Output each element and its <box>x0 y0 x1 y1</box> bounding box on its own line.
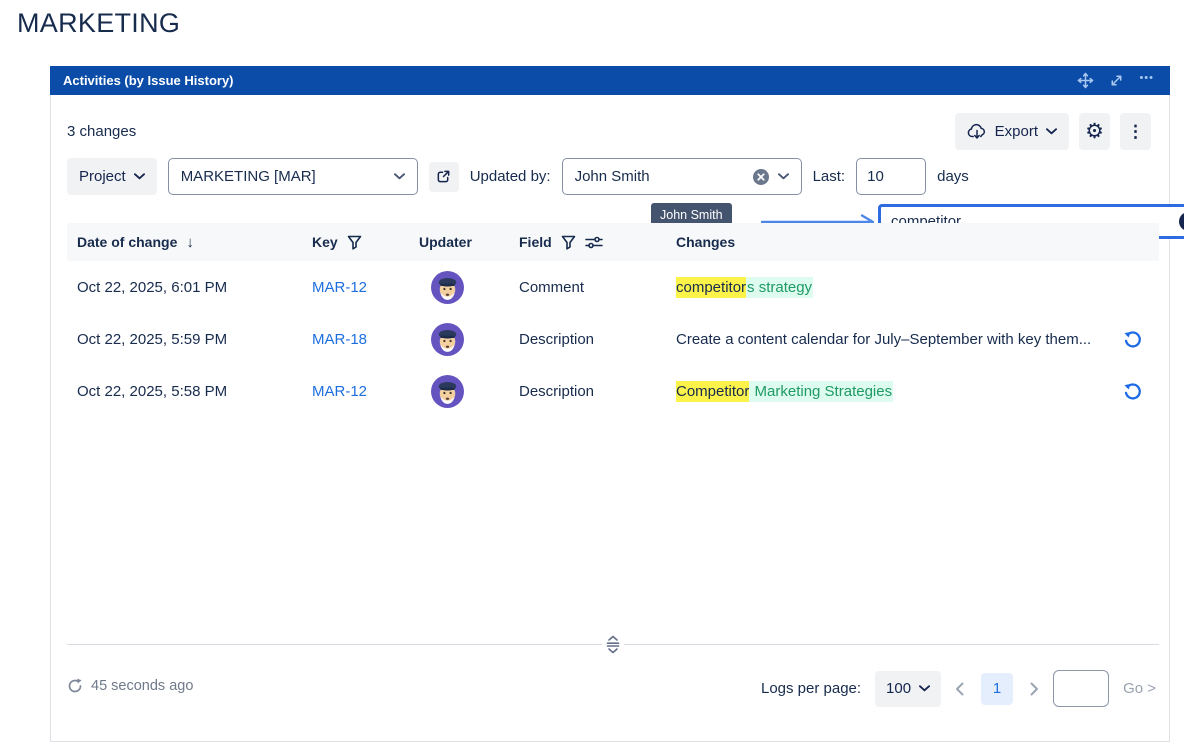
settings-button[interactable]: ⚙ <box>1079 113 1110 150</box>
changes-table: Date of change ↓ Key Updater Field <box>67 223 1159 417</box>
logs-per-page-select[interactable]: 100 <box>875 671 941 707</box>
row-field: Description <box>519 383 676 400</box>
activities-gadget: Activities (by Issue History) ••• 3 chan <box>50 66 1170 742</box>
filter-type-dropdown[interactable]: Project <box>67 158 157 195</box>
table-row: Oct 22, 2025, 6:01 PM MAR-12 Comment com… <box>67 261 1159 313</box>
row-field: Description <box>519 331 676 348</box>
header-key: Key <box>312 234 338 250</box>
updater-avatar <box>431 375 464 408</box>
key-filter-icon[interactable] <box>347 235 362 250</box>
gear-icon: ⚙ <box>1085 121 1104 142</box>
page-title: MARKETING <box>17 8 180 39</box>
gadget-more-icon[interactable]: ••• <box>1139 73 1154 88</box>
sort-desc-icon[interactable]: ↓ <box>186 234 194 251</box>
chevron-down-icon <box>394 173 405 180</box>
gadget-title: Activities (by Issue History) <box>63 73 234 88</box>
updated-by-label: Updated by: <box>470 168 551 185</box>
field-columns-icon[interactable] <box>585 235 603 250</box>
row-date: Oct 22, 2025, 6:01 PM <box>67 279 312 296</box>
issue-key-link[interactable]: MAR-18 <box>312 331 419 348</box>
expand-icon[interactable] <box>1109 73 1124 88</box>
pagination-bar: Logs per page: 100 1 Go > <box>761 670 1156 707</box>
row-date: Oct 22, 2025, 5:58 PM <box>67 383 312 400</box>
goto-page-input[interactable] <box>1053 670 1109 707</box>
header-updater: Updater <box>419 234 472 250</box>
inserted-text: s strategy <box>746 277 813 298</box>
row-changes: Create a content calendar for July–Septe… <box>676 331 1123 348</box>
updater-avatar <box>431 323 464 356</box>
project-select[interactable]: MARKETING [MAR] <box>168 158 418 195</box>
last-days-input[interactable] <box>856 158 926 195</box>
revert-icon <box>1123 330 1142 349</box>
last-label: Last: <box>813 168 846 185</box>
changes-count: 3 changes <box>67 123 136 140</box>
refresh-icon[interactable] <box>67 678 83 694</box>
external-link-icon <box>436 169 451 184</box>
search-match-text: Competitor <box>676 381 749 402</box>
toolbar: 3 changes Export ⚙ ⋮ <box>67 113 1151 150</box>
cloud-download-icon <box>967 123 987 140</box>
updater-avatar <box>431 271 464 304</box>
clear-search-icon[interactable] <box>1178 211 1184 237</box>
refresh-status: 45 seconds ago <box>67 678 193 694</box>
export-button[interactable]: Export <box>955 113 1069 150</box>
filter-type-label: Project <box>79 168 126 185</box>
project-select-value: MARKETING [MAR] <box>181 168 386 185</box>
revert-button[interactable] <box>1123 382 1159 401</box>
table-row: Oct 22, 2025, 5:59 PM MAR-18 Description… <box>67 313 1159 365</box>
logs-per-page-value: 100 <box>886 680 911 697</box>
inserted-text: Marketing Strategies <box>749 381 893 402</box>
revert-icon <box>1123 382 1142 401</box>
row-changes: Competitor Marketing Strategies <box>676 383 1123 400</box>
row-changes: competitors strategy <box>676 279 1123 296</box>
header-date: Date of change <box>77 234 177 250</box>
search-match-text: competitor <box>676 277 746 298</box>
days-label: days <box>937 168 969 185</box>
table-header-row: Date of change ↓ Key Updater Field <box>67 223 1159 261</box>
open-project-button[interactable] <box>429 162 459 192</box>
revert-button[interactable] <box>1123 330 1159 349</box>
move-icon[interactable] <box>1077 72 1094 89</box>
kebab-icon: ⋮ <box>1127 123 1144 140</box>
field-filter-icon[interactable] <box>561 235 576 250</box>
next-page-icon[interactable] <box>1030 682 1039 696</box>
page-number-button[interactable]: 1 <box>981 673 1013 705</box>
filters-row: Project MARKETING [MAR] Updated by: John… <box>67 158 969 195</box>
chevron-down-icon <box>134 173 145 180</box>
row-date: Oct 22, 2025, 5:59 PM <box>67 331 312 348</box>
issue-key-link[interactable]: MAR-12 <box>312 279 419 296</box>
resize-handle-icon[interactable] <box>602 633 624 656</box>
header-field: Field <box>519 234 552 250</box>
prev-page-icon[interactable] <box>955 682 964 696</box>
gadget-header: Activities (by Issue History) ••• <box>50 66 1170 95</box>
chevron-down-icon <box>778 173 789 180</box>
issue-key-link[interactable]: MAR-12 <box>312 383 419 400</box>
more-menu-button[interactable]: ⋮ <box>1120 113 1151 150</box>
row-field: Comment <box>519 279 676 296</box>
export-label: Export <box>995 123 1038 140</box>
chevron-down-icon <box>919 685 930 692</box>
chevron-down-icon <box>1046 128 1057 135</box>
header-changes: Changes <box>676 234 735 250</box>
updated-by-value: John Smith <box>575 168 744 185</box>
logs-per-page-label: Logs per page: <box>761 680 861 697</box>
refresh-time-label: 45 seconds ago <box>91 678 193 694</box>
clear-user-icon[interactable] <box>752 168 770 186</box>
updated-by-select[interactable]: John Smith <box>562 158 802 195</box>
goto-page-button[interactable]: Go > <box>1123 680 1156 697</box>
table-row: Oct 22, 2025, 5:58 PM MAR-12 Description… <box>67 365 1159 417</box>
